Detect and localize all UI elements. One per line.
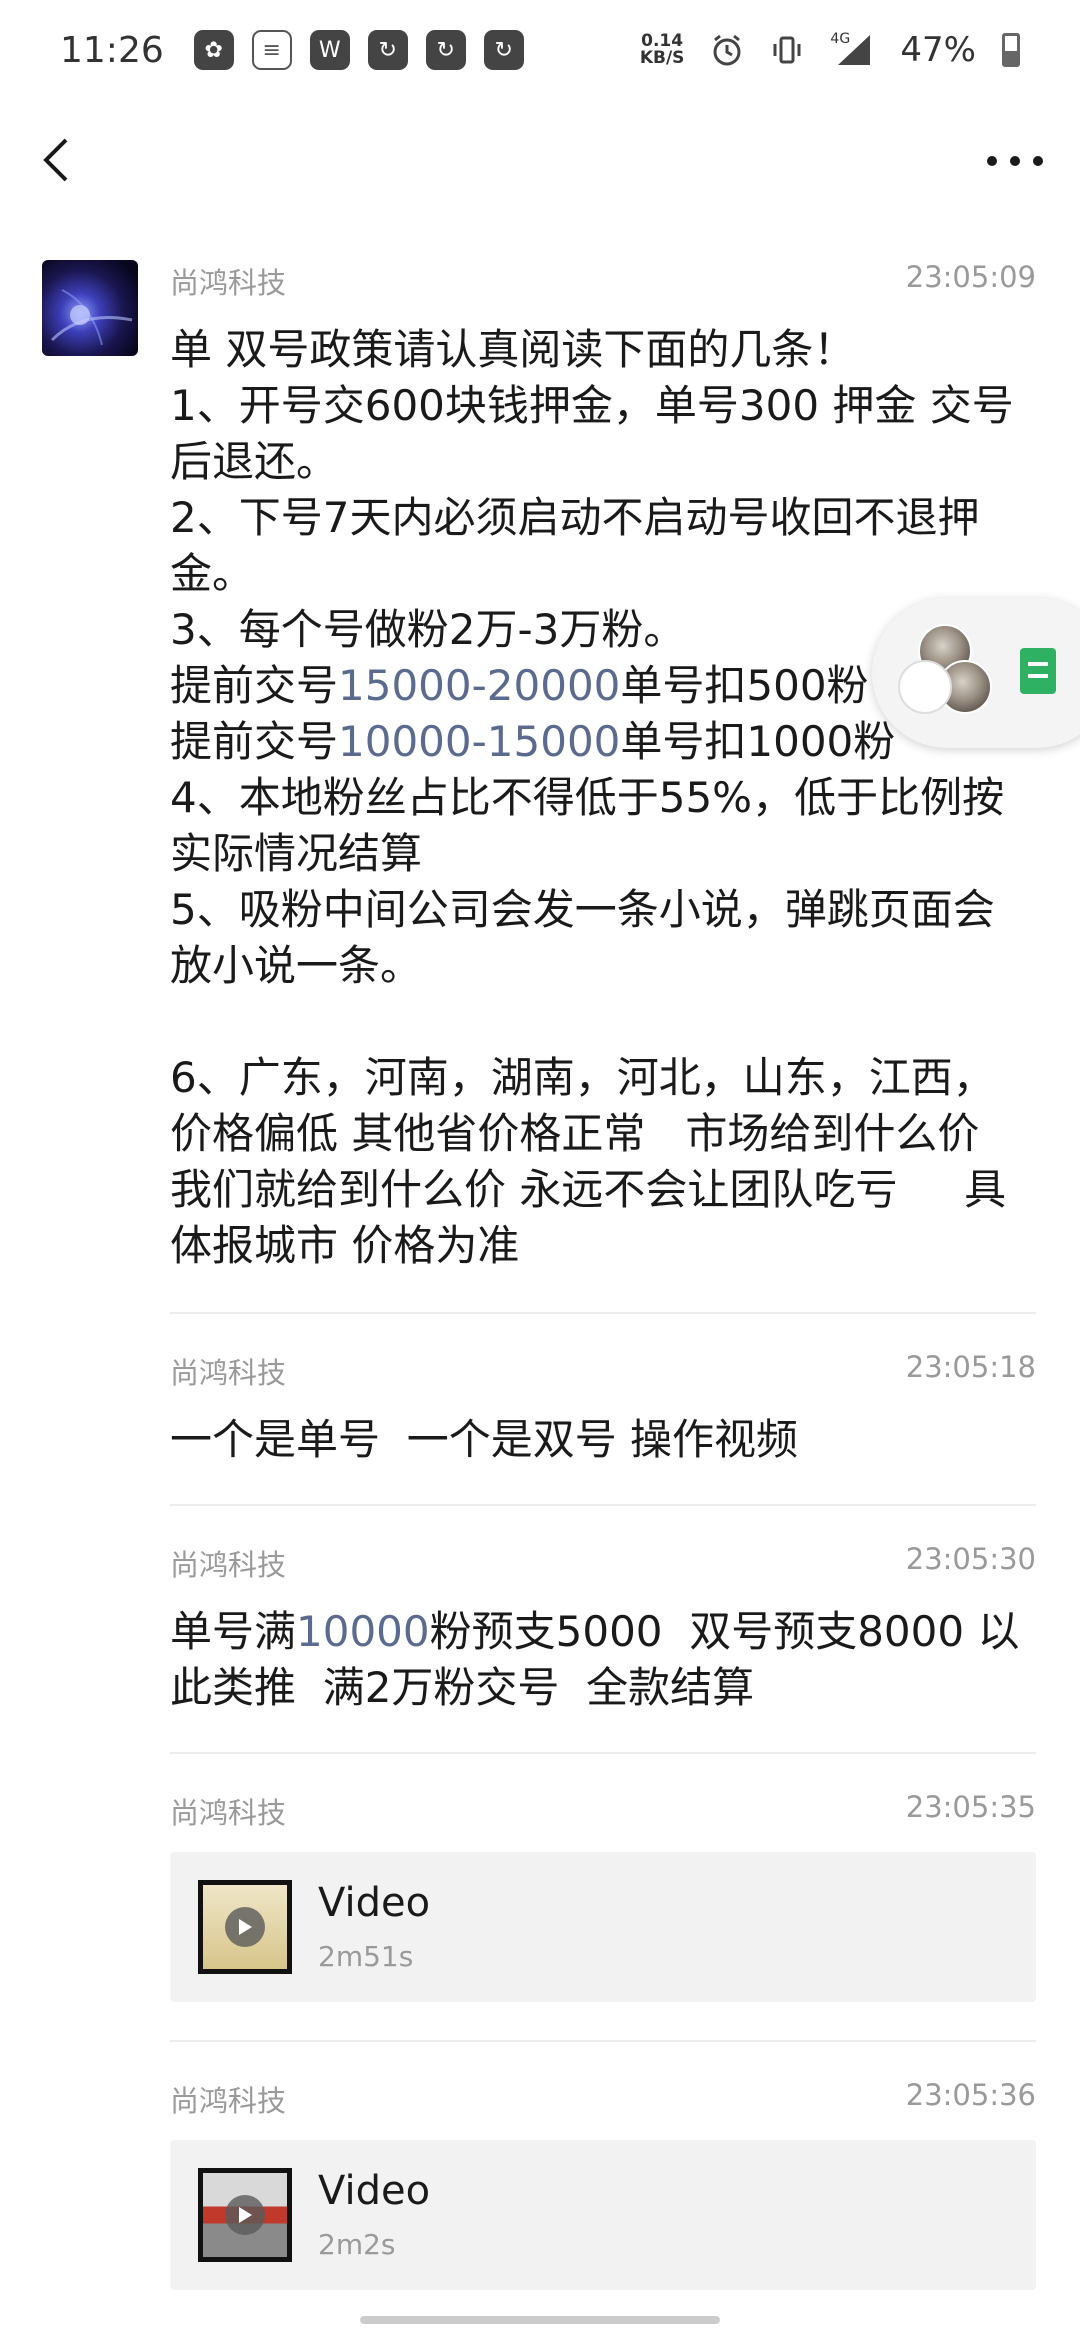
message-header: 尚鸿科技 23:05:35: [170, 1790, 1036, 1832]
message-item: 尚鸿科技 23:05:18 一个是单号 一个是双号 操作视频: [170, 1350, 1036, 1468]
net-speed: 0.14 KB/S: [640, 33, 685, 67]
video-duration: 2m2s: [318, 2228, 396, 2261]
message-header: 尚鸿科技 23:05:09: [170, 260, 1036, 302]
message-header: 尚鸿科技 23:05:36: [170, 2078, 1036, 2120]
video-title: Video: [318, 1880, 431, 1926]
play-icon: [225, 2195, 265, 2235]
galaxy-image: [50, 289, 133, 346]
message-text[interactable]: 一个是单号 一个是双号 操作视频: [170, 1412, 1036, 1468]
refresh-icon: ↻: [483, 30, 524, 70]
video-thumbnail: [198, 1880, 292, 1974]
vibrate-icon: [773, 36, 801, 64]
net-speed-unit: KB/S: [639, 48, 685, 68]
more-button[interactable]: [980, 136, 1050, 186]
nav-bar: [0, 100, 1080, 220]
alarm-icon: [713, 34, 741, 66]
sender-name: 尚鸿科技: [170, 1548, 287, 1582]
signal: 4G: [830, 31, 874, 67]
battery-percent: 47%: [900, 30, 976, 70]
message-time: 23:05:30: [905, 1542, 1036, 1576]
divider: [170, 1312, 1036, 1314]
video-thumbnail: [198, 2168, 292, 2262]
message-header: 尚鸿科技 23:05:18: [170, 1350, 1036, 1392]
message-time: 23:05:35: [905, 1790, 1036, 1824]
sender-name: 尚鸿科技: [170, 266, 287, 300]
message-line: 5、吸粉中间公司会发一条小说，弹跳页面会放小说一条。: [170, 885, 995, 990]
message-time: 23:05:18: [905, 1350, 1036, 1384]
status-bar: 11:26 ✿ ≡ W ↻ ↻ ↻ 0.14 KB/S 4G 47%: [0, 0, 1080, 100]
video-title: Video: [318, 2168, 431, 2214]
refresh-icon: ↻: [367, 30, 408, 70]
status-time: 11:26: [60, 29, 164, 71]
notification-icons: ✿ ≡ W ↻ ↻ ↻: [193, 30, 524, 70]
back-button[interactable]: [32, 130, 92, 190]
message-time: 23:05:09: [905, 260, 1036, 294]
document-icon: [1020, 648, 1056, 694]
home-indicator[interactable]: [360, 2316, 720, 2324]
message-time: 23:05:36: [905, 2078, 1036, 2112]
avatar[interactable]: [42, 260, 138, 356]
more-dots-icon: [987, 156, 1043, 166]
message-line: 2、下号7天内必须启动不启动号收回不退押金。: [170, 493, 980, 598]
number-link[interactable]: 10000-15000: [338, 717, 620, 766]
number-link[interactable]: 15000-20000: [338, 661, 620, 710]
divider: [170, 2040, 1036, 2042]
message-line: 6、广东，河南，湖南，河北，山东，江西，价格偏低 其他省价格正常 市场给到什么价…: [170, 1053, 1007, 1270]
play-icon: [225, 1907, 265, 1947]
message-item: 尚鸿科技 23:05:36 Video 2m2s: [170, 2078, 1036, 2290]
sender-name: 尚鸿科技: [170, 1356, 287, 1390]
wps-icon: W: [309, 30, 350, 70]
message-item: 尚鸿科技 23:05:35 Video 2m51s: [170, 1790, 1036, 2002]
message-item: 尚鸿科技 23:05:09 单 双号政策请认真阅读下面的几条！ 1、开号交600块…: [170, 260, 1036, 1274]
message-line: 单 双号政策请认真阅读下面的几条！: [170, 325, 856, 374]
video-card[interactable]: Video 2m51s: [170, 1852, 1036, 2002]
message-header: 尚鸿科技 23:05:30: [170, 1542, 1036, 1584]
message-line: 1、开号交600块钱押金，单号300 押金 交号后退还。: [170, 381, 1014, 486]
divider: [170, 1752, 1036, 1754]
battery-icon: [1002, 33, 1020, 67]
floating-bubble[interactable]: [872, 598, 1080, 748]
message-text[interactable]: 单 双号政策请认真阅读下面的几条！ 1、开号交600块钱押金，单号300 押金 交…: [170, 322, 1036, 1274]
float-avatar: [898, 660, 952, 714]
message-text[interactable]: 单号满10000粉预支5000 双号预支8000 以此类推 满2万粉交号 全款结…: [170, 1604, 1036, 1716]
signal-icon: [838, 35, 871, 65]
message-line: 4、本地粉丝占比不得低于55%，低于比例按实际情况结算: [170, 773, 1005, 878]
status-right: 0.14 KB/S 4G 47%: [640, 30, 1020, 70]
document-icon: ≡: [251, 30, 292, 70]
divider: [170, 1504, 1036, 1506]
video-duration: 2m51s: [318, 1940, 414, 1973]
bee-icon: ✿: [193, 30, 234, 70]
sender-name: 尚鸿科技: [170, 1796, 287, 1830]
sender-name: 尚鸿科技: [170, 2084, 287, 2118]
chevron-left-icon: [43, 138, 68, 182]
message-line: [170, 994, 1036, 1050]
message-item: 尚鸿科技 23:05:30 单号满10000粉预支5000 双号预支8000 以…: [170, 1542, 1036, 1716]
refresh-icon: ↻: [425, 30, 466, 70]
video-card[interactable]: Video 2m2s: [170, 2140, 1036, 2290]
number-link[interactable]: 10000: [296, 1607, 430, 1656]
